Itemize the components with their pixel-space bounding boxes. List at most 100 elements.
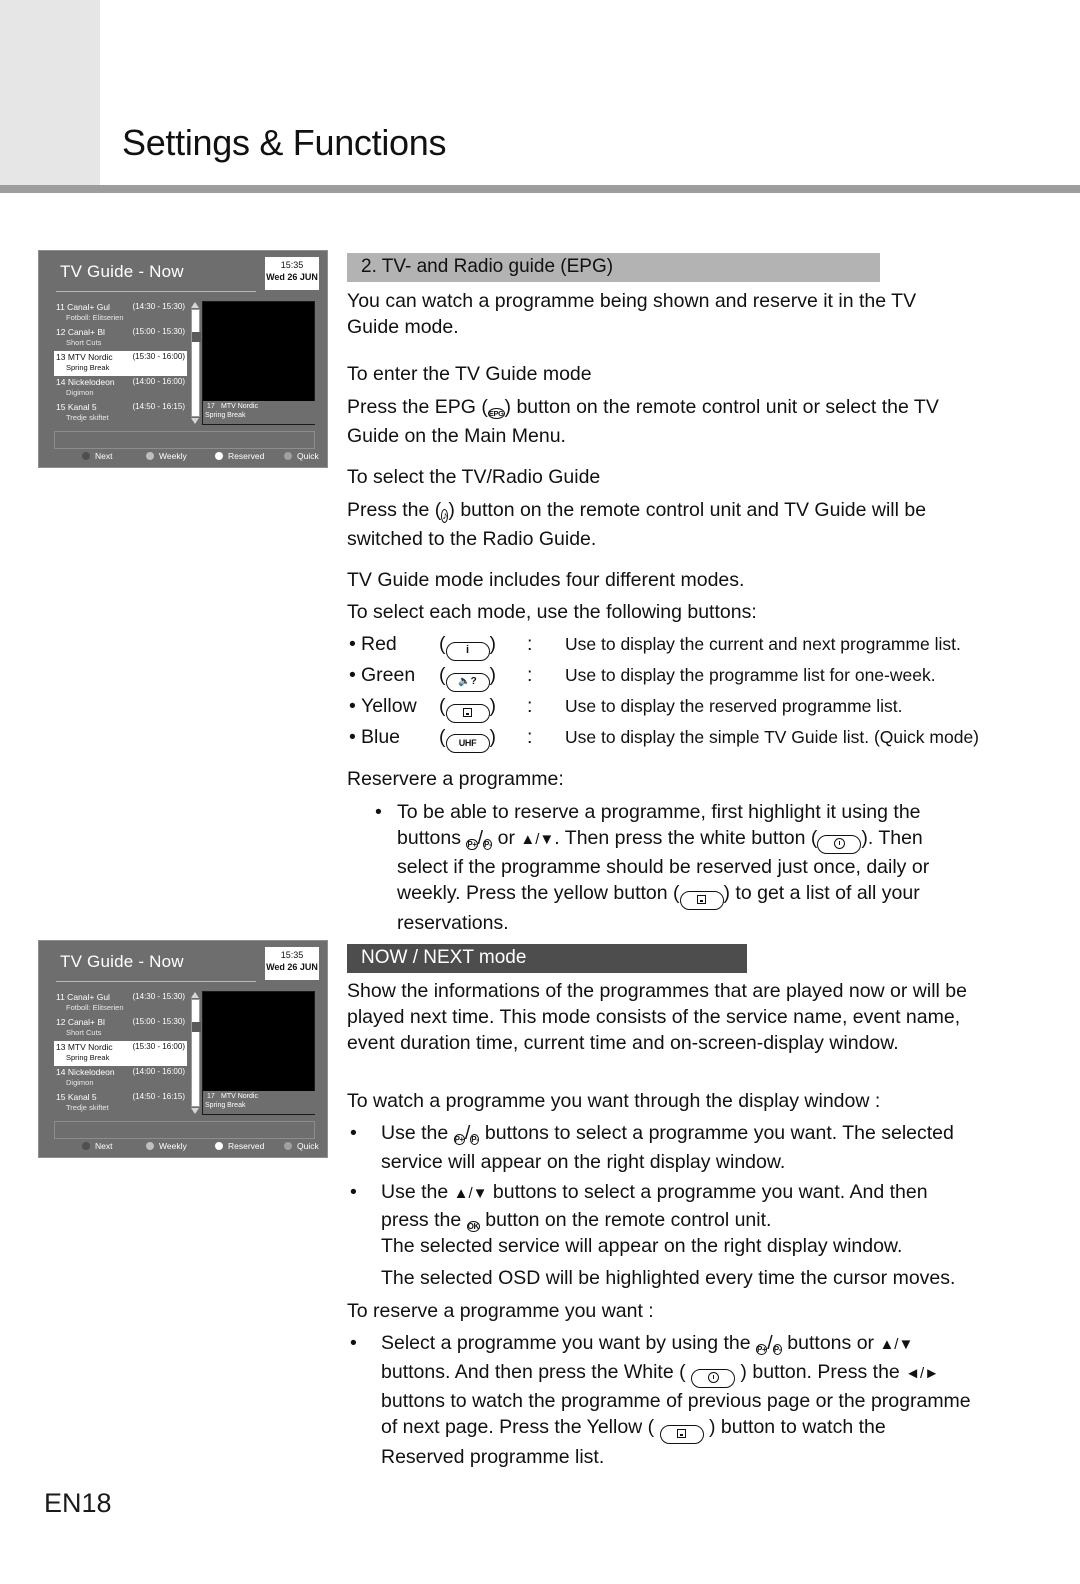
bullet-dot: • (349, 726, 356, 748)
colour-key-label: Next (95, 451, 113, 461)
colour-key-label: Next (95, 1141, 113, 1151)
speaker-question-icon: 🔈? (458, 676, 477, 687)
colour-key-weekly[interactable]: Weekly (146, 451, 187, 461)
tv-guide-clock-time: 15:35 (280, 260, 304, 270)
osd-service-name: MTV Nordic (221, 1093, 258, 1100)
nownext-reserve-heading: To reserve a programme you want : (347, 1300, 654, 1322)
tv-guide-row[interactable]: 12 Canal+ Bl Short Cuts (15:00 - 15:30) (54, 1016, 187, 1041)
mode-colour-label: Red (361, 633, 397, 655)
yellow-subtitle-button-icon (659, 1425, 704, 1444)
tv-guide-inner: TV Guide - Now 15:35 Wed 26 JUN 11 Canal… (44, 947, 322, 1152)
p-minus-button-icon: P- (470, 1123, 480, 1149)
tv-guide-title-divider (56, 291, 256, 292)
clock-icon (833, 838, 845, 849)
watch-b2-a: Use the (381, 1181, 454, 1203)
p-plus-glyph: P+ (453, 1134, 465, 1145)
scroll-up-arrow-icon[interactable] (191, 992, 199, 998)
tv-guide-screenshot-top: TV Guide - Now 15:35 Wed 26 JUN 11 Canal… (38, 250, 328, 468)
watch-b2-c: button on the remote control unit. (479, 1209, 772, 1231)
colour-key-next[interactable]: Next (82, 1141, 112, 1151)
tv-guide-title: TV Guide - Now (60, 262, 184, 281)
up-down-arrows-icon: ▲/▼ (879, 1336, 914, 1353)
tv-guide-clock: 15:35 Wed 26 JUN (265, 257, 319, 290)
tv-guide-row-selected[interactable]: 13 MTV Nordic Spring Break (15:30 - 16:0… (54, 1041, 187, 1066)
epg-sub1-text: Press the EPG (EPG) button on the remote… (347, 394, 977, 449)
p-plus-glyph: P+ (756, 1344, 768, 1355)
watch-bullet-2: Use the ▲/▼ buttons to select a programm… (347, 1179, 967, 1236)
tv-guide-row[interactable]: 14 Nickelodeon Digimon (14:00 - 16:00) (54, 376, 187, 401)
tv-guide-row[interactable]: 12 Canal+ Bl Short Cuts (15:00 - 15:30) (54, 326, 187, 351)
tv-guide-row[interactable]: 11 Canal+ Gul Fotboll: Elitserien (14:30… (54, 991, 187, 1016)
tv-guide-scrollbar[interactable] (190, 992, 201, 1114)
p-plus-button-icon: P+ (453, 1123, 465, 1149)
tv-guide-time: (14:30 - 15:30) (132, 992, 185, 1001)
colour-key-quick[interactable]: Quick (284, 1141, 319, 1151)
watch-bullet-1: Use the P+/P- buttons to select a progra… (347, 1120, 967, 1175)
tv-guide-row[interactable]: 15 Kanal 5 Tredje skiftet (14:50 - 16:15… (54, 1091, 187, 1116)
epg-sub1-text-a: Press the EPG ( (347, 396, 488, 418)
scrollbar-thumb[interactable] (192, 1022, 201, 1032)
colour-key-weekly[interactable]: Weekly (146, 1141, 187, 1151)
tv-guide-time: (15:00 - 15:30) (132, 1017, 185, 1026)
yellow-subtitle-button-icon (679, 891, 724, 910)
scrollbar-thumb[interactable] (192, 332, 201, 342)
up-down-arrows-icon: ▲/▼ (520, 831, 555, 848)
tv-guide-time: (14:50 - 16:15) (132, 402, 185, 411)
p-minus-glyph: P- (483, 839, 493, 850)
scrollbar-track[interactable] (191, 309, 201, 417)
tv-guide-info-bar (54, 431, 315, 449)
p-minus-glyph: P- (772, 1344, 782, 1355)
scroll-down-arrow-icon[interactable] (191, 1108, 199, 1114)
section-heading-epg: 2. TV- and Radio guide (EPG) (347, 253, 880, 282)
mode-colon: : (527, 695, 533, 717)
bullet-dot: • (349, 633, 356, 655)
white-clock-button-icon (691, 1369, 736, 1388)
section-heading-now-next: NOW / NEXT mode (347, 944, 747, 973)
tv-guide-row[interactable]: 14 Nickelodeon Digimon (14:00 - 16:00) (54, 1066, 187, 1091)
page-number: EN18 (44, 1488, 112, 1518)
osd-service-name: MTV Nordic (221, 403, 258, 410)
colour-key-next[interactable]: Next (82, 451, 112, 461)
subtitle-icon (697, 895, 707, 904)
mode-button-icon-yellow: () (439, 691, 527, 723)
scrollbar-track[interactable] (191, 999, 201, 1107)
osd-channel-number: 17 (207, 403, 215, 410)
up-down-arrows-icon: ▲/▼ (453, 1185, 488, 1202)
mode-description: Use to display the programme list for on… (565, 665, 936, 685)
tv-guide-scrollbar[interactable] (190, 302, 201, 424)
tv-guide-row[interactable]: 15 Kanal 5 Tredje skiftet (14:50 - 16:15… (54, 401, 187, 426)
p-plus-glyph: P+ (466, 839, 478, 850)
tv-guide-programme-list: 11 Canal+ Gul Fotboll: Elitserien (14:30… (54, 991, 187, 1116)
colour-key-reserved[interactable]: Reserved (215, 1141, 264, 1151)
tv-guide-row[interactable]: 11 Canal+ Gul Fotboll: Elitserien (14:30… (54, 301, 187, 326)
nownext-watch-bullets: Use the P+/P- buttons to select a progra… (347, 1120, 967, 1236)
nownext-watch-heading: To watch a programme you want through th… (347, 1090, 881, 1112)
tv-guide-row-selected[interactable]: 13 MTV Nordic Spring Break (15:30 - 16:0… (54, 351, 187, 376)
tv-guide-display-window: 17 MTV Nordic Spring Break (202, 301, 316, 425)
colour-key-label: Reserved (228, 451, 265, 461)
header-divider (0, 185, 1080, 193)
scroll-up-arrow-icon[interactable] (191, 302, 199, 308)
mode-button-icon-green: (🔈?) (439, 660, 527, 692)
res-b1-a: Select a programme you want by using the (381, 1332, 757, 1354)
watch-b1-b: buttons to select a programme you want. … (381, 1122, 954, 1173)
nownext-reserve-bullets: Select a programme you want by using the… (347, 1330, 972, 1470)
tv-guide-screenshot-bottom: TV Guide - Now 15:35 Wed 26 JUN 11 Canal… (38, 940, 328, 1158)
scroll-down-arrow-icon[interactable] (191, 418, 199, 424)
mode-colon: : (527, 633, 533, 655)
info-icon: i (465, 644, 470, 656)
epg-sub2-text-a: Press the ( (347, 499, 442, 521)
manual-page: Settings & Functions TV Guide - Now 15:3… (0, 0, 1080, 1584)
colour-dot-icon (284, 452, 292, 460)
colour-key-reserved[interactable]: Reserved (215, 451, 264, 461)
tv-guide-info-bar (54, 1121, 315, 1139)
colour-dot-icon (82, 452, 90, 460)
subtitle-icon (463, 708, 472, 717)
epg-sub2-text: Press the (♪) button on the remote contr… (347, 497, 967, 552)
epg-intro-text: You can watch a programme being shown an… (347, 290, 917, 338)
colour-key-quick[interactable]: Quick (284, 451, 319, 461)
tv-guide-osd: 17 MTV Nordic Spring Break (203, 401, 316, 424)
tv-guide-time: (15:00 - 15:30) (132, 327, 185, 336)
mode-colon: : (527, 726, 533, 748)
tv-guide-title-divider (56, 981, 256, 982)
